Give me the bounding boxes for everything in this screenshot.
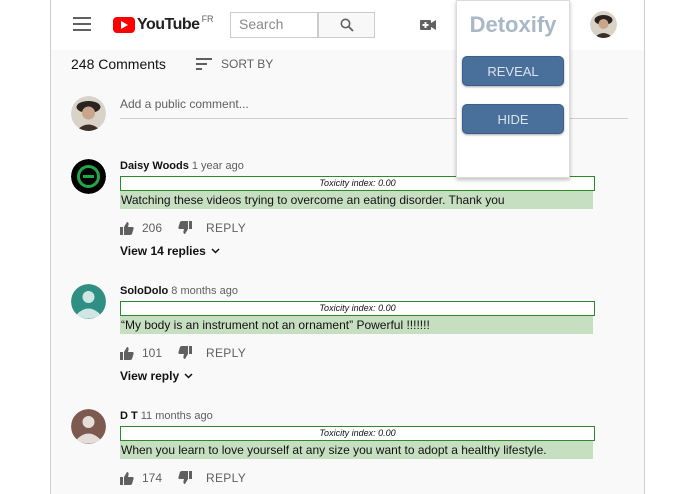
- search-box: [230, 12, 319, 38]
- toxicity-index: Toxicity index: 0.00: [120, 301, 595, 316]
- view-replies-button[interactable]: View reply: [120, 369, 193, 383]
- view-replies-button[interactable]: View 14 replies: [120, 244, 220, 258]
- toxicity-index: Toxicity index: 0.00: [120, 176, 595, 191]
- chevron-down-icon: [184, 373, 193, 379]
- chevron-down-icon: [211, 248, 220, 254]
- view-replies-label: View reply: [120, 369, 180, 383]
- thumbs-up-icon[interactable]: [120, 471, 134, 485]
- reply-button[interactable]: REPLY: [206, 221, 246, 235]
- current-user-avatar: [71, 96, 106, 131]
- comment-author-line: D T 11 months ago: [120, 410, 213, 422]
- thumbs-up-icon[interactable]: [120, 346, 134, 360]
- add-comment-input[interactable]: Add a public comment...: [120, 97, 249, 111]
- comment-count: 248 Comments: [71, 56, 166, 72]
- reply-button[interactable]: REPLY: [206, 471, 246, 485]
- view-replies-label: View 14 replies: [120, 244, 206, 258]
- region-code: FR: [201, 14, 214, 24]
- search-button[interactable]: [318, 12, 375, 38]
- search-icon: [340, 18, 354, 32]
- detoxify-title: Detoxify: [469, 12, 557, 37]
- comment-timestamp[interactable]: 8 months ago: [171, 285, 238, 297]
- commenter-avatar[interactable]: [71, 159, 106, 194]
- sort-icon: [196, 58, 212, 70]
- reveal-button[interactable]: REVEAL: [462, 56, 564, 86]
- youtube-wordmark: YouTube: [137, 16, 200, 33]
- toxicity-index: Toxicity index: 0.00: [120, 426, 595, 441]
- comment-actions: 101 REPLY: [120, 345, 246, 361]
- commenter-avatar[interactable]: [71, 284, 106, 319]
- comment-actions: 174 REPLY: [120, 470, 246, 486]
- detoxify-extension-popup: Detoxify REVEAL HIDE: [456, 0, 570, 178]
- comment-author[interactable]: Daisy Woods: [120, 160, 189, 172]
- comment-author-line: Daisy Woods 1 year ago: [120, 160, 244, 172]
- like-count: 174: [142, 471, 163, 485]
- comment-author[interactable]: SoloDolo: [120, 285, 168, 297]
- comment-timestamp[interactable]: 1 year ago: [192, 160, 244, 172]
- like-count: 206: [142, 221, 163, 235]
- comment-text: When you learn to love yourself at any s…: [120, 441, 593, 459]
- user-avatar[interactable]: [590, 11, 617, 38]
- youtube-logo[interactable]: YouTube FR: [113, 14, 214, 36]
- thumbs-down-icon[interactable]: [178, 221, 193, 235]
- sort-by-label: SORT BY: [221, 57, 274, 71]
- reply-button[interactable]: REPLY: [206, 346, 246, 360]
- comment-text: “My body is an instrument not an ornamen…: [120, 316, 593, 334]
- comment-author-line: SoloDolo 8 months ago: [120, 285, 238, 297]
- search-input[interactable]: [231, 13, 319, 35]
- sort-by-button[interactable]: SORT BY: [196, 57, 273, 71]
- comment-text: Watching these videos trying to overcome…: [120, 191, 593, 209]
- youtube-page: YouTube FR Detoxify REVEAL HIDE: [50, 0, 645, 494]
- comment-author[interactable]: D T: [120, 410, 138, 422]
- like-count: 101: [142, 346, 163, 360]
- hide-button[interactable]: HIDE: [462, 104, 564, 134]
- thumbs-down-icon[interactable]: [178, 471, 193, 485]
- thumbs-down-icon[interactable]: [178, 346, 193, 360]
- youtube-play-icon: [113, 17, 135, 33]
- comment-actions: 206 REPLY: [120, 220, 246, 236]
- comment-timestamp[interactable]: 11 months ago: [141, 410, 213, 422]
- commenter-avatar[interactable]: [71, 409, 106, 444]
- create-video-icon[interactable]: [420, 19, 436, 31]
- thumbs-up-icon[interactable]: [120, 221, 134, 235]
- hamburger-menu-icon[interactable]: [73, 17, 91, 31]
